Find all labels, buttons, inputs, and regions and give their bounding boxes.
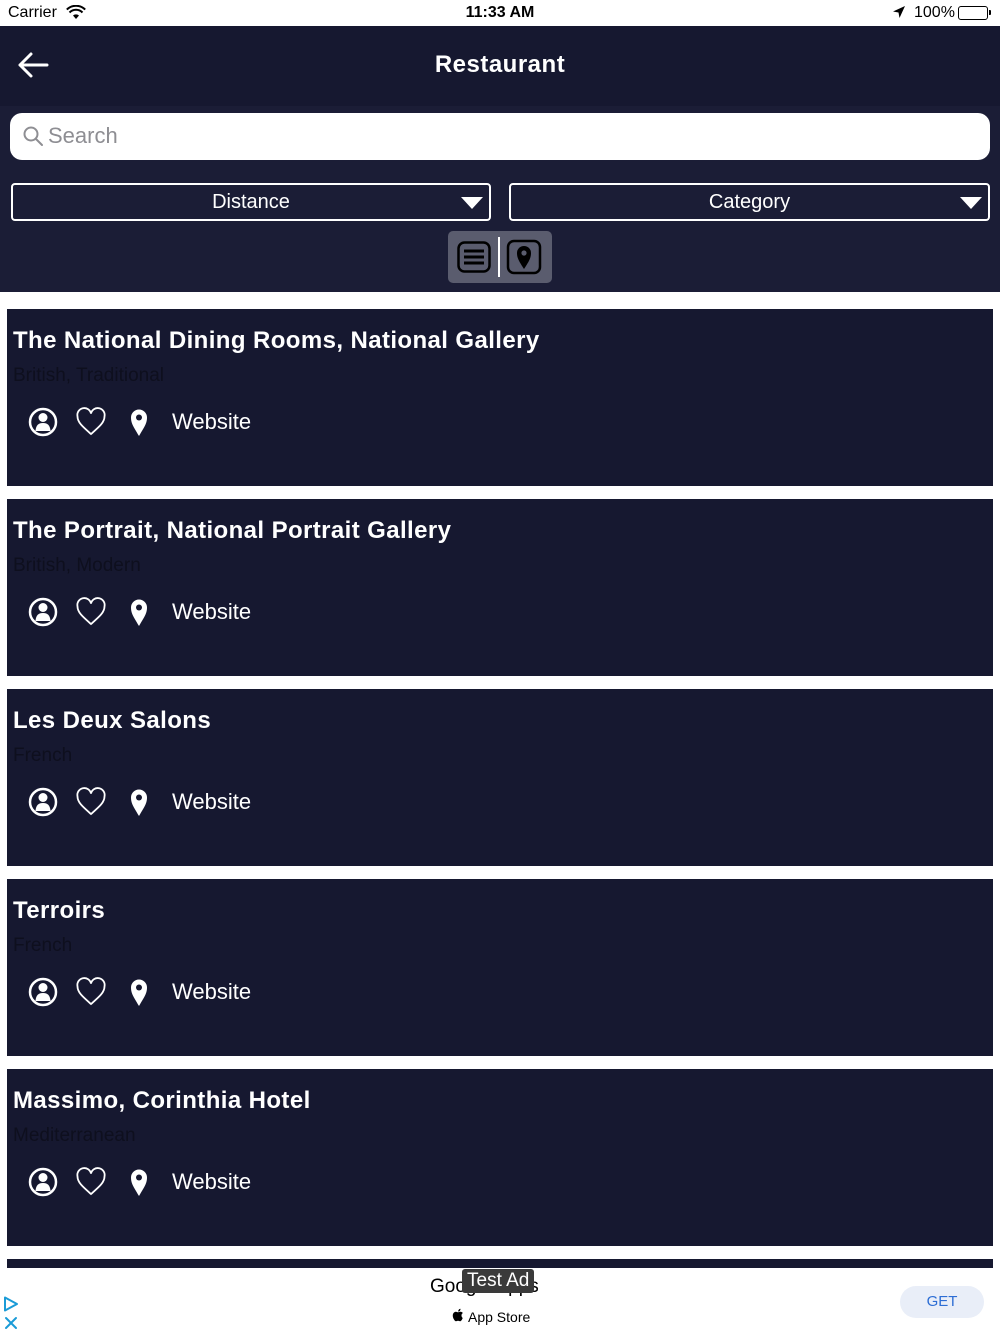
toggle-divider — [498, 237, 500, 277]
status-bar: Carrier 11:33 AM 100% — [0, 0, 1000, 26]
person-icon[interactable] — [27, 406, 59, 438]
map-pin-icon[interactable] — [123, 406, 155, 438]
restaurant-card[interactable]: Les Deux Salons French Website — [7, 689, 993, 866]
restaurant-cuisine: British, Modern — [13, 555, 141, 576]
person-icon[interactable] — [27, 786, 59, 818]
battery-icon — [958, 6, 991, 20]
person-icon[interactable] — [27, 596, 59, 628]
restaurant-name: The Portrait, National Portrait Gallery — [13, 517, 452, 544]
restaurant-cuisine: British, Traditional — [13, 365, 165, 386]
map-pin-icon[interactable] — [123, 976, 155, 1008]
restaurant-name: Les Deux Salons — [13, 707, 212, 734]
test-ad-label: Test Ad — [462, 1269, 535, 1293]
view-toggle — [448, 231, 552, 283]
get-button[interactable]: GET — [900, 1286, 984, 1318]
battery-percent: 100% — [914, 4, 955, 21]
heart-icon[interactable] — [75, 1166, 107, 1198]
nav-header: Restaurant — [0, 26, 1000, 106]
website-link[interactable]: Website — [172, 979, 251, 1005]
restaurant-card[interactable]: The National Dining Rooms, National Gall… — [7, 309, 993, 486]
heart-icon[interactable] — [75, 786, 107, 818]
filter-toolbar: Distance Category — [0, 106, 1000, 292]
category-dropdown-label: Category — [708, 191, 791, 213]
person-icon[interactable] — [27, 976, 59, 1008]
distance-dropdown[interactable]: Distance — [11, 183, 491, 221]
ad-banner[interactable]: Google Apps Test Ad App Store GET — [0, 1268, 1000, 1334]
map-pin-icon[interactable] — [123, 1166, 155, 1198]
restaurant-list: The National Dining Rooms, National Gall… — [0, 292, 1000, 1268]
map-pin-icon — [506, 239, 542, 275]
adchoices-icon[interactable] — [3, 1296, 19, 1317]
list-view-button[interactable] — [457, 241, 491, 273]
restaurant-name: The National Dining Rooms, National Gall… — [13, 327, 540, 354]
search-icon — [23, 126, 43, 146]
distance-dropdown-label: Distance — [212, 191, 290, 213]
search-input[interactable] — [48, 117, 978, 155]
close-icon[interactable] — [4, 1316, 18, 1334]
website-link[interactable]: Website — [172, 789, 251, 815]
apple-icon — [452, 1308, 465, 1325]
map-pin-icon[interactable] — [123, 786, 155, 818]
heart-icon[interactable] — [75, 596, 107, 628]
restaurant-card[interactable]: Massimo, Corinthia Hotel Mediterranean W… — [7, 1069, 993, 1246]
list-icon — [457, 241, 491, 273]
restaurant-cuisine: Mediterranean — [13, 1125, 136, 1146]
restaurant-name: Terroirs — [13, 897, 106, 924]
website-link[interactable]: Website — [172, 1169, 251, 1195]
person-icon[interactable] — [27, 1166, 59, 1198]
ad-store: App Store — [452, 1308, 530, 1325]
location-arrow-icon — [892, 5, 906, 24]
ad-store-label: App Store — [468, 1309, 531, 1325]
search-bar[interactable] — [10, 113, 990, 160]
restaurant-card[interactable]: The Portrait, National Portrait Gallery … — [7, 499, 993, 676]
heart-icon[interactable] — [75, 976, 107, 1008]
category-dropdown[interactable]: Category — [509, 183, 990, 221]
caret-down-icon — [461, 197, 483, 209]
restaurant-card-partial[interactable] — [7, 1259, 993, 1268]
website-link[interactable]: Website — [172, 599, 251, 625]
restaurant-name: Massimo, Corinthia Hotel — [13, 1087, 311, 1114]
map-pin-icon[interactable] — [123, 596, 155, 628]
clock: 11:33 AM — [465, 4, 535, 21]
page-title: Restaurant — [434, 51, 566, 78]
map-view-button[interactable] — [506, 239, 542, 275]
caret-down-icon — [960, 197, 982, 209]
website-link[interactable]: Website — [172, 409, 251, 435]
heart-icon[interactable] — [75, 406, 107, 438]
restaurant-cuisine: French — [13, 745, 73, 766]
restaurant-cuisine: French — [13, 935, 73, 956]
restaurant-card[interactable]: Terroirs French Website — [7, 879, 993, 1056]
